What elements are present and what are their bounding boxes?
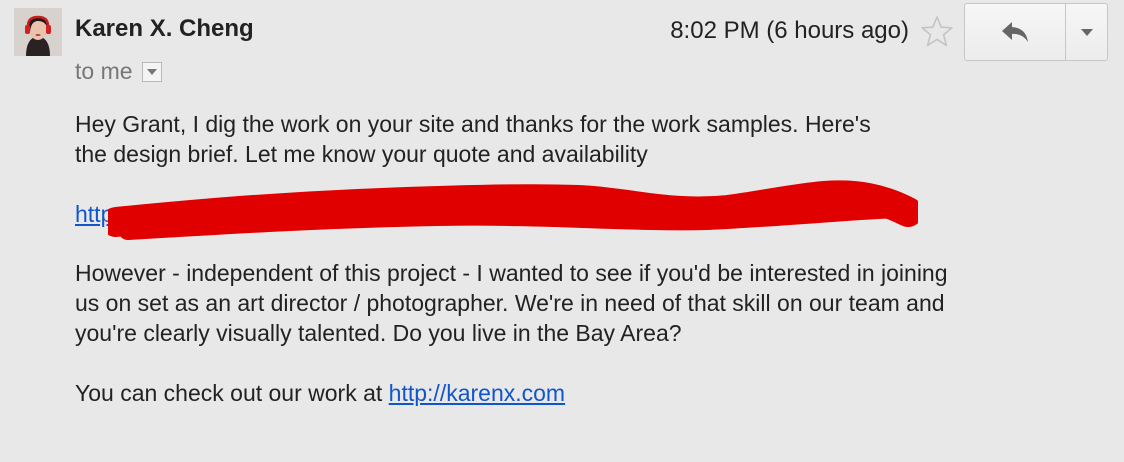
paragraph-line: the design brief. Let me know your quote… <box>75 141 648 167</box>
reply-button-group <box>964 3 1108 61</box>
redaction-scribble <box>108 180 918 240</box>
message-paragraph-portfolio: You can check out our work at http://kar… <box>75 378 565 408</box>
paragraph-line: you're clearly visually talented. Do you… <box>75 320 682 346</box>
sender-name[interactable]: Karen X. Cheng <box>75 15 254 43</box>
star-outline-icon <box>921 16 953 47</box>
message-paragraph-intro: Hey Grant, I dig the work on your site a… <box>75 109 975 169</box>
message-paragraph-offer: However - independent of this project - … <box>75 258 1065 348</box>
dropdown-caret-icon <box>1080 28 1093 36</box>
recipient-label: to me <box>75 58 133 84</box>
message-timestamp: 8:02 PM (6 hours ago) <box>670 17 909 44</box>
star-toggle[interactable] <box>920 15 954 49</box>
message-paragraph-brief-link: https <box>75 199 125 229</box>
email-message: Karen X. Cheng to me 8:02 PM (6 hours ag… <box>0 0 1124 462</box>
paragraph-line: us on set as an art director / photograp… <box>75 290 945 316</box>
more-options-button[interactable] <box>1066 4 1107 60</box>
reply-arrow-icon <box>1002 22 1028 42</box>
avatar[interactable] <box>14 8 62 56</box>
paragraph-line: However - independent of this project - … <box>75 260 948 286</box>
portfolio-link[interactable]: http://karenx.com <box>389 380 565 406</box>
show-details-button[interactable] <box>141 61 162 82</box>
paragraph-text: You can check out our work at <box>75 380 389 406</box>
design-brief-link[interactable]: https <box>75 201 125 227</box>
paragraph-line: Hey Grant, I dig the work on your site a… <box>75 111 871 137</box>
reply-button[interactable] <box>965 4 1066 60</box>
chevron-down-icon <box>146 68 157 75</box>
recipient-line: to me <box>75 58 162 85</box>
sender-photo <box>14 8 62 56</box>
